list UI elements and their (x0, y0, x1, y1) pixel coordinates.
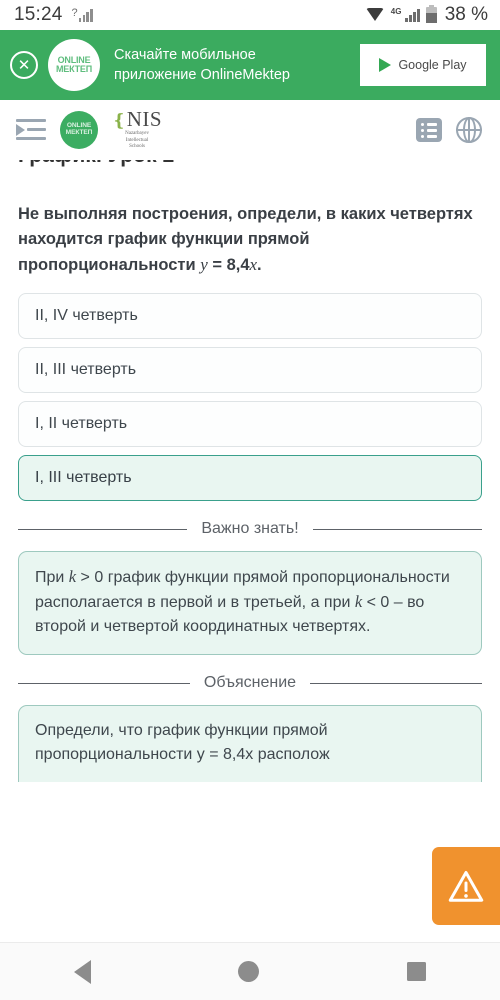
report-problem-button[interactable] (432, 847, 500, 925)
promo-text-line-2: приложение OnlineMektep (114, 67, 290, 83)
answer-options: II, IV четверть II, III четверть I, II ч… (18, 293, 482, 502)
globe-language-icon[interactable] (456, 116, 482, 144)
divider-line-right (310, 682, 482, 684)
nav-recents-square-icon[interactable] (407, 962, 427, 981)
promo-text: Скачайте мобильное приложение OnlineMekt… (114, 45, 350, 85)
status-time: 15:24 (14, 4, 63, 25)
sim-signal-icon: ? (72, 7, 93, 22)
nis-logo: ❴NIS Nazarbayev Intellectual Schools (112, 106, 163, 151)
status-bar-left: 15:24 ? (14, 4, 93, 26)
explanation-box: Определи, что график функции прямой проп… (18, 705, 482, 783)
answer-option-label: II, IV четверть (35, 307, 138, 325)
battery-icon (425, 4, 437, 23)
close-icon[interactable]: ✕ (10, 51, 38, 79)
promo-text-line-1: Скачайте мобильное (114, 47, 256, 63)
answer-option[interactable]: I, II четверть (18, 401, 482, 448)
important-section-divider: Важно знать! (18, 520, 482, 538)
cellular-signal-icon (405, 8, 420, 22)
explanation-line-2: пропорциональности y = 8,4x располож (35, 746, 330, 764)
important-heading: Важно знать! (201, 520, 299, 538)
onlinemektep-badge-icon[interactable]: ONLINE МЕКТЕП (60, 111, 98, 149)
nis-sub-line-2: Intellectual (125, 137, 149, 143)
question-math-y: y (200, 255, 208, 275)
question-period: . (257, 256, 262, 275)
app-screen: 15:24 ? 4G 38 % ✕ ONLINE МЕКТЕП Скачайте… (0, 0, 500, 1000)
explanation-heading: Объяснение (203, 674, 297, 692)
explanation-section-divider: Объяснение (18, 674, 482, 692)
lesson-content: График. Урок 2 Не выполняя построения, о… (0, 144, 500, 783)
nis-sub-line-3: Schools (129, 144, 145, 150)
explanation-line-1: Определи, что график функции прямой (35, 722, 328, 740)
question-math-value: 8,4 (226, 256, 250, 275)
answer-option[interactable]: II, IV четверть (18, 293, 482, 340)
answer-option-selected[interactable]: I, III четверть (18, 455, 482, 502)
wifi-icon (365, 8, 385, 22)
status-bar: 15:24 ? 4G 38 % (0, 0, 500, 30)
nis-sub-line-1: Nazarbayev (125, 130, 149, 136)
network-type-label: 4G (390, 6, 402, 16)
important-info-box: При k > 0 график функции прямой пропорци… (18, 551, 482, 656)
google-play-button[interactable]: Google Play (360, 44, 486, 86)
answer-option-label: I, III четверть (35, 469, 132, 487)
answer-option-label: II, III четверть (35, 361, 137, 379)
question-text: Не выполняя построения, определи, в каки… (18, 202, 482, 278)
badge-line-2: МЕКТЕП (65, 129, 93, 136)
onlinemektep-logo: ONLINE МЕКТЕП (48, 39, 100, 91)
system-navigation-bar (0, 942, 500, 1000)
list-view-icon[interactable] (416, 118, 442, 142)
battery-percent-label: 38 % (444, 4, 488, 25)
question-equals: = (207, 256, 227, 275)
nav-back-triangle-icon[interactable] (73, 959, 91, 984)
hamburger-menu-icon[interactable] (16, 119, 46, 141)
nav-home-circle-icon[interactable] (238, 961, 260, 982)
warning-triangle-icon (448, 871, 484, 902)
important-math-k1: k (68, 567, 77, 587)
divider-line-right (312, 528, 482, 530)
answer-option[interactable]: II, III четверть (18, 347, 482, 394)
google-play-icon (379, 58, 392, 72)
nis-logo-text: NIS (126, 106, 163, 131)
divider-line-left (18, 528, 188, 530)
logo-line-2: МЕКТЕП (56, 64, 92, 74)
question-math-x: x (249, 255, 258, 275)
answer-option-label: I, II четверть (35, 415, 128, 433)
google-play-label: Google Play (398, 58, 467, 72)
status-bar-right: 4G 38 % (365, 4, 488, 26)
important-text-a: При (35, 569, 69, 587)
promo-banner[interactable]: ✕ ONLINE МЕКТЕП Скачайте мобильное прило… (0, 30, 500, 100)
app-toolbar: ONLINE МЕКТЕП ❴NIS Nazarbayev Intellectu… (0, 100, 500, 160)
nis-leaf-icon: ❴ (112, 110, 127, 130)
divider-line-left (18, 682, 190, 684)
